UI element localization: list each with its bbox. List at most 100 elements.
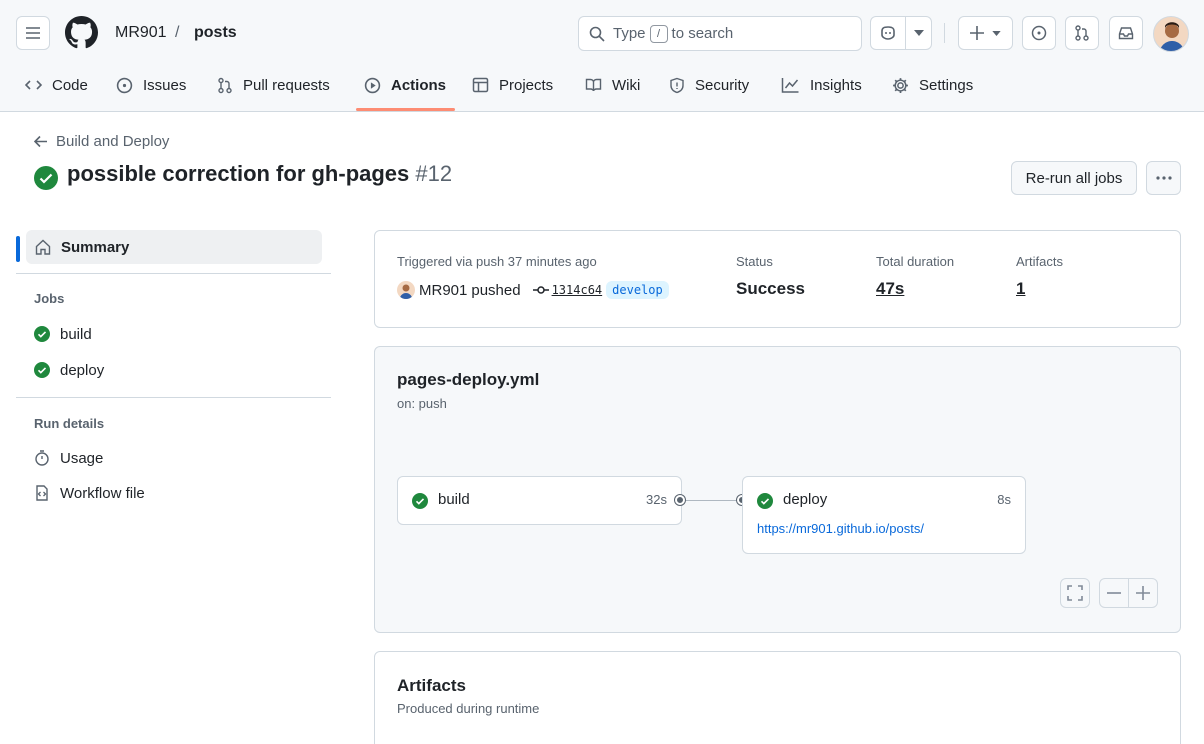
sidebar-item-label: Usage (60, 449, 104, 467)
owner-link[interactable]: MR901 (115, 24, 167, 42)
sidebar-item-label: build (60, 325, 92, 343)
copilot-button[interactable] (870, 16, 932, 50)
tab-settings[interactable]: Settings (892, 70, 973, 100)
book-icon (585, 78, 602, 92)
table-icon (472, 77, 489, 93)
artifacts-title: Artifacts (397, 676, 466, 695)
search-icon (589, 26, 605, 42)
tab-insights[interactable]: Insights (781, 70, 862, 100)
branch-badge[interactable]: develop (606, 281, 669, 299)
artifacts-label: Artifacts (1016, 254, 1063, 269)
home-icon (35, 239, 51, 255)
success-check-icon (34, 166, 58, 190)
file-code-icon (36, 485, 48, 501)
issues-button[interactable] (1022, 16, 1056, 50)
search-shortcut-key: / (649, 24, 668, 43)
pull-requests-button[interactable] (1065, 16, 1099, 50)
artifacts-subtitle: Produced during runtime (397, 701, 540, 716)
tab-pull-requests[interactable]: Pull requests (217, 70, 330, 100)
job-duration: 8s (997, 492, 1011, 507)
tab-label: Insights (810, 76, 862, 94)
tab-label: Wiki (612, 76, 641, 94)
job-build-node[interactable]: build 32s (397, 476, 682, 525)
tab-label: Projects (499, 76, 554, 94)
fullscreen-button[interactable] (1060, 578, 1090, 608)
rerun-all-jobs-button[interactable]: Re-run all jobs (1011, 161, 1137, 195)
tab-label: Code (52, 76, 88, 94)
push-action: pushed (471, 281, 521, 299)
plus-icon (970, 26, 984, 40)
tab-code[interactable]: Code (25, 70, 88, 100)
tab-issues[interactable]: Issues (116, 70, 186, 100)
tab-projects[interactable]: Projects (472, 70, 553, 100)
path-separator: / (175, 24, 180, 41)
issue-opened-icon (1031, 25, 1047, 41)
actor-link[interactable]: MR901 (419, 282, 467, 299)
repo-link[interactable]: posts (194, 24, 237, 42)
search-suffix: to search (671, 25, 734, 42)
inbox-button[interactable] (1109, 16, 1143, 50)
search-prefix: Type (613, 25, 646, 42)
avatar-icon (1159, 22, 1185, 51)
header-divider (944, 23, 945, 43)
github-logo-icon[interactable] (65, 16, 98, 49)
zoom-in-button[interactable] (1128, 578, 1158, 608)
issue-icon (116, 77, 133, 93)
tab-actions[interactable]: Actions (364, 70, 446, 100)
sidebar-divider (16, 273, 331, 274)
success-check-icon (757, 493, 773, 509)
sidebar-item-usage[interactable]: Usage (26, 441, 322, 475)
artifacts-count-link[interactable]: 1 (1016, 279, 1025, 299)
success-check-icon (34, 326, 50, 342)
gear-icon (893, 77, 908, 93)
hamburger-icon (26, 27, 40, 39)
duration-link[interactable]: 47s (876, 279, 904, 299)
run-details-heading: Run details (34, 416, 105, 431)
create-new-button[interactable] (958, 16, 1013, 50)
job-name: deploy (783, 491, 828, 508)
run-title: possible correction for gh-pages #12 (67, 161, 452, 187)
sidebar-item-label: Summary (61, 238, 130, 256)
sidebar-item-summary[interactable]: Summary (26, 230, 322, 264)
deployment-url-link[interactable]: https://mr901.github.io/posts/ (757, 521, 924, 536)
tab-label: Actions (391, 76, 447, 94)
back-link-label: Build and Deploy (56, 133, 170, 150)
pull-request-icon (218, 77, 232, 93)
artifacts-card: Artifacts Produced during runtime (374, 651, 1181, 744)
run-number: #12 (415, 161, 453, 186)
status-label: Status (736, 254, 773, 269)
sidebar-item-label: Workflow file (60, 484, 145, 502)
pull-request-icon (1075, 25, 1089, 41)
workflow-file-name[interactable]: pages-deploy.yml (397, 370, 539, 390)
tab-label: Settings (919, 76, 974, 94)
workflow-graph-card: pages-deploy.yml on: push build 32s depl… (374, 346, 1181, 633)
menu-button[interactable] (16, 16, 50, 50)
back-link[interactable]: Build and Deploy (34, 133, 169, 150)
graph-connector-dot (675, 495, 685, 505)
copilot-icon (881, 26, 895, 40)
sidebar-divider (16, 397, 331, 398)
more-options-button[interactable] (1146, 161, 1181, 195)
code-icon (25, 80, 42, 90)
trigger-text: Triggered via push 37 minutes ago (397, 254, 597, 269)
plus-icon (1136, 586, 1150, 600)
inbox-icon (1118, 27, 1134, 40)
run-title-text: possible correction for gh-pages (67, 161, 410, 186)
job-deploy-node[interactable]: deploy 8s https://mr901.github.io/posts/ (742, 476, 1026, 554)
user-avatar[interactable] (1153, 16, 1189, 52)
push-info: MR901 pushed 1314c64 develop (397, 281, 669, 299)
workflow-trigger: on: push (397, 396, 447, 411)
sidebar-item-build[interactable]: build (26, 317, 322, 351)
sidebar-item-workflow-file[interactable]: Workflow file (26, 476, 322, 510)
sidebar-item-deploy[interactable]: deploy (26, 353, 322, 387)
commit-sha-link[interactable]: 1314c64 (552, 283, 603, 297)
actor-avatar[interactable] (397, 281, 415, 299)
graph-edge (686, 500, 737, 501)
tab-wiki[interactable]: Wiki (585, 70, 640, 100)
run-summary-card: Triggered via push 37 minutes ago MR901 … (374, 230, 1181, 328)
play-icon (364, 77, 381, 93)
search-input[interactable]: Type / to search (578, 16, 862, 51)
tab-security[interactable]: Security (669, 70, 749, 100)
graph-icon (781, 78, 799, 93)
zoom-out-button[interactable] (1099, 578, 1129, 608)
